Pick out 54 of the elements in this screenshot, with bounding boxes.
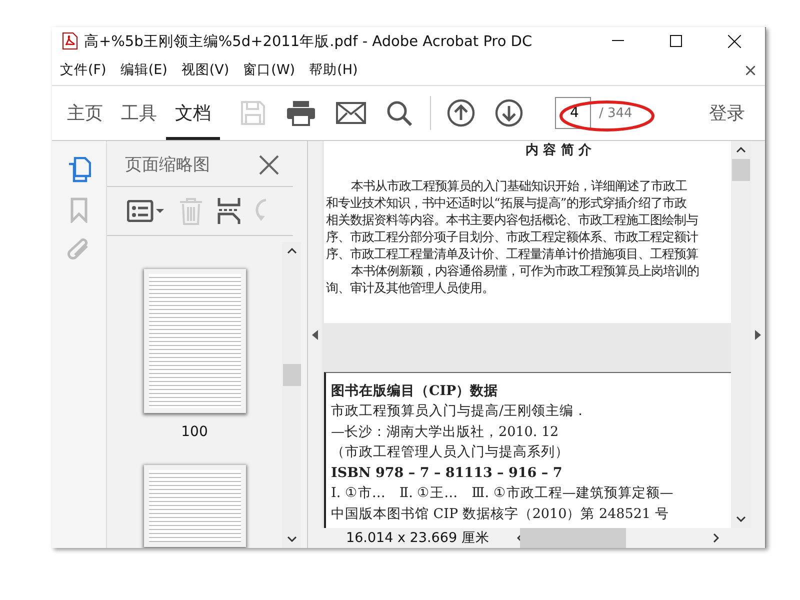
page-heading: 内 容 简 介 <box>526 142 592 159</box>
text-line: ISBN 978 – 7 – 81113 – 916 – 7 <box>331 464 564 482</box>
pages-icon <box>67 157 91 183</box>
window-title: 高+%5b王刚领主编%5d+2011年版.pdf - Adobe Acrobat Pro DC <box>84 32 532 50</box>
sign-in-link[interactable]: 登录 <box>703 100 751 126</box>
options-menu-icon[interactable] <box>127 200 165 222</box>
text-line: 本书从市政工程预算员的入门基础知识开始，详细阐述了市政工 <box>350 177 688 194</box>
text-line: 询、审计及其他管理人员使用。 <box>326 279 495 296</box>
menu-item[interactable]: 窗口(W) <box>243 61 296 79</box>
minimize-icon[interactable] <box>612 40 624 42</box>
nav-tab[interactable]: 工具 <box>112 86 166 140</box>
text-line: 市政工程预算员入门与提高/王刚领主编． <box>331 402 589 421</box>
text-line: 本书体例新颖，内容通俗易懂，可作为市政工程预算员上岗培训的 <box>350 262 700 279</box>
panel-title: 页面缩略图 <box>125 154 210 176</box>
chevron-down-icon[interactable] <box>286 536 296 542</box>
arrow-down-icon[interactable] <box>495 99 523 127</box>
chevron-up-icon[interactable] <box>736 147 746 153</box>
maximize-icon[interactable] <box>670 35 682 47</box>
text-line: 序、市政工程分部分项子目划分、市政工程定额体系、市政工程定额计 <box>326 228 699 245</box>
text-line: 序、市政工程工程量清单及计价、工程量清单计价措施项目、工程预算 <box>326 245 699 262</box>
scrollbar-thumb[interactable] <box>520 528 626 548</box>
text-line: （市政工程管理人员入门与提高系列） <box>331 443 570 462</box>
text-line: Ⅰ. ①市… Ⅱ. ①王… Ⅲ. ①市政工程—建筑预算定额— <box>331 484 674 503</box>
scrollbar-thumb[interactable] <box>282 364 300 386</box>
print-icon[interactable] <box>286 100 316 126</box>
menu-item[interactable]: 帮助(H) <box>309 61 358 79</box>
collapse-left-icon[interactable] <box>312 330 318 340</box>
close-icon[interactable] <box>746 66 755 74</box>
arrow-up-icon[interactable] <box>447 99 475 127</box>
scrollbar-thumb[interactable] <box>732 158 750 180</box>
text-line: 中国版本图书馆 CIP 数据核字（2010）第 248521 号 <box>331 504 670 524</box>
nav-tab[interactable]: 主页 <box>58 86 112 140</box>
chevron-right-icon[interactable] <box>713 533 719 543</box>
text-line: 图书在版编目（CIP）数据 <box>331 382 500 400</box>
text-line: 相关数据资料等内容。本书主要内容包括概论、市政工程施工图绘制与 <box>326 211 699 228</box>
menu-item[interactable]: 编辑(E) <box>120 61 168 79</box>
collapse-right-icon[interactable] <box>755 330 761 340</box>
text-line: 和专业技术知识，书中还适时以“拓展与提高”的形式穿插介绍了市政 <box>326 194 688 211</box>
search-icon[interactable] <box>386 100 412 126</box>
sidebar-tool-button[interactable] <box>67 157 91 183</box>
pdf-file-icon <box>62 32 78 50</box>
page-size-label: 16.014 x 23.669 厘米 <box>345 529 490 547</box>
chevron-down-icon[interactable] <box>736 516 746 522</box>
chevron-up-icon[interactable] <box>286 248 296 254</box>
close-icon[interactable] <box>728 34 741 48</box>
page-number-label: 100 <box>181 424 208 440</box>
mail-icon[interactable] <box>336 102 366 124</box>
menu-item[interactable]: 视图(V) <box>181 61 230 79</box>
menu-item[interactable]: 文件(F) <box>60 61 106 79</box>
scrollbar[interactable] <box>282 242 301 548</box>
page-count: / 344 <box>599 106 632 120</box>
bookmark-icon <box>70 197 88 223</box>
insert-page-icon[interactable] <box>217 197 241 225</box>
text-line: —长沙：湖南大学出版社，2010. 12 <box>331 422 560 442</box>
